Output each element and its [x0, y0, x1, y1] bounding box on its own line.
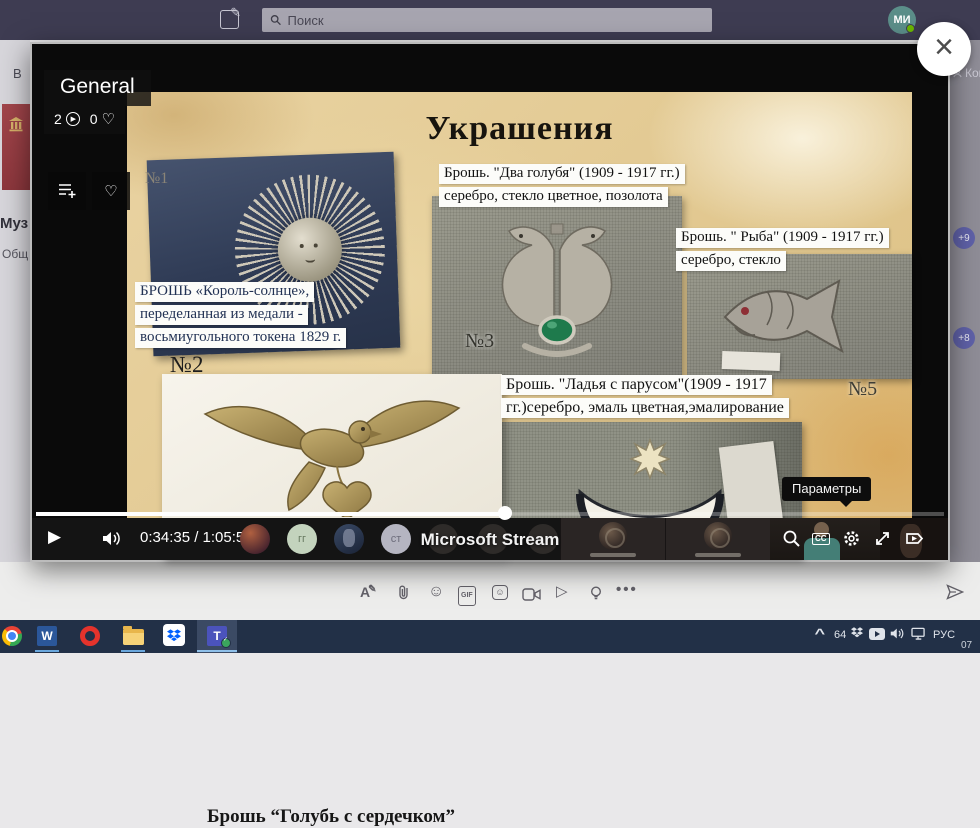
- dropbox-icon[interactable]: [163, 624, 185, 646]
- search-input[interactable]: [288, 13, 704, 28]
- progress-bar[interactable]: [36, 512, 944, 516]
- participant-avatar: [704, 522, 732, 550]
- tray-volume-icon[interactable]: [890, 627, 905, 640]
- progress-played: [36, 512, 505, 516]
- sidebar-back-label: В: [13, 66, 22, 81]
- label-doves-brooch: Брошь. "Два голубя" (1909 - 1917 гг.) се…: [439, 164, 685, 210]
- open-app-indicator: [35, 650, 59, 652]
- participant-name: [695, 553, 741, 557]
- gold-dove-brooch: [197, 382, 467, 517]
- item-number-2: №2: [170, 352, 203, 378]
- pen-icon: ✎: [368, 584, 376, 595]
- participants-badge: +9: [953, 227, 975, 249]
- label-boat-brooch: Брошь. "Ладья с парусом"(1909 - 1917 гг.…: [501, 375, 789, 421]
- participant-avatar[interactable]: [240, 524, 270, 554]
- play-button[interactable]: ▶: [48, 527, 61, 547]
- view-count: 2: [54, 111, 62, 127]
- right-panel-title: Ком: [965, 66, 980, 80]
- tray-language[interactable]: РУС: [933, 629, 955, 641]
- tray-dropbox-icon[interactable]: [851, 627, 863, 638]
- new-chat-icon[interactable]: [220, 10, 239, 29]
- opera-icon[interactable]: [80, 626, 100, 646]
- participants-badge: +8: [953, 327, 975, 349]
- playlist-add-icon: [57, 182, 77, 200]
- chrome-icon[interactable]: [2, 626, 22, 646]
- file-explorer-icon[interactable]: [123, 629, 144, 645]
- item-number-1: №1: [145, 170, 168, 188]
- tray-youtube-icon[interactable]: [869, 628, 885, 640]
- label-fish-brooch: Брошь. " Рыба" (1909 - 1917 гг.) серебро…: [676, 228, 889, 274]
- video-player-modal: Украшения: [30, 42, 950, 562]
- settings-gear-icon[interactable]: [842, 529, 861, 548]
- participant-avatar[interactable]: гг: [287, 524, 317, 554]
- sidebar-item-team[interactable]: Муз: [0, 215, 28, 232]
- emoji-icon[interactable]: ☺: [428, 584, 444, 600]
- teams-top-bar: МИ: [0, 0, 980, 40]
- player-control-bar: ▶ 0:34:35 / 1:05:53 гг ст Microsoft Stre…: [32, 518, 948, 560]
- attach-icon[interactable]: [396, 584, 410, 600]
- museum-column-icon: [8, 116, 24, 132]
- participant-name: [590, 553, 636, 557]
- tray-count[interactable]: 64: [834, 629, 846, 641]
- like-count: 0: [90, 111, 98, 127]
- video-title: General: [44, 70, 151, 106]
- slide-caption: Брошь “Голубь с сердечком”: [207, 806, 455, 828]
- time-display: 0:34:35 / 1:05:53: [140, 529, 253, 546]
- search-box[interactable]: [262, 8, 712, 32]
- tray-network-icon[interactable]: [911, 627, 926, 640]
- close-button[interactable]: [917, 22, 971, 76]
- slide-title: Украшения: [127, 110, 912, 148]
- tooltip: Параметры: [782, 477, 871, 501]
- item-number-3: №3: [465, 330, 494, 353]
- views-play-icon: [66, 112, 80, 126]
- status-dot: [906, 24, 915, 33]
- teams-status-check: [221, 638, 231, 648]
- sidebar-item-channel[interactable]: Общ: [2, 247, 28, 261]
- participant-avatar[interactable]: [334, 524, 364, 554]
- popout-player-icon[interactable]: [905, 530, 924, 547]
- item-number-5: №5: [848, 378, 877, 401]
- format-icon[interactable]: A✎: [360, 584, 379, 603]
- paper-card: [722, 351, 781, 371]
- fullscreen-icon[interactable]: [874, 530, 891, 547]
- gif-icon[interactable]: GIF: [458, 586, 476, 606]
- video-camera-icon[interactable]: [522, 588, 541, 601]
- label-sun-brooch: БРОШЬ «Король-солнце», переделанная из м…: [135, 282, 346, 351]
- praise-icon[interactable]: [590, 586, 602, 601]
- word-icon[interactable]: W: [37, 626, 57, 646]
- tray-overflow-icon[interactable]: ^: [814, 626, 825, 641]
- sticker-icon[interactable]: ☺: [492, 585, 508, 600]
- heart-icon: [102, 110, 115, 128]
- open-app-indicator: [121, 650, 145, 652]
- zoom-icon[interactable]: [782, 529, 801, 548]
- video-stats: 2 0: [44, 106, 125, 134]
- add-to-watchlist-button[interactable]: [48, 172, 86, 210]
- windows-taskbar: [0, 620, 980, 653]
- like-button[interactable]: [92, 172, 130, 210]
- stream-share-icon[interactable]: ▷: [556, 584, 568, 600]
- team-avatar[interactable]: [2, 104, 30, 190]
- more-options-icon[interactable]: •••: [616, 582, 638, 598]
- send-icon[interactable]: [946, 584, 964, 600]
- tray-clock[interactable]: 07: [961, 640, 972, 651]
- stream-watermark: Microsoft Stream: [380, 530, 600, 550]
- active-app-indicator: [197, 650, 237, 652]
- participant-video-tile[interactable]: [665, 518, 770, 560]
- volume-icon[interactable]: [102, 530, 122, 547]
- captions-icon[interactable]: CC: [812, 533, 830, 545]
- search-icon: [270, 14, 282, 26]
- right-panel: [950, 40, 980, 562]
- message-compose-area: [0, 562, 980, 620]
- participant-avatar: [599, 522, 627, 550]
